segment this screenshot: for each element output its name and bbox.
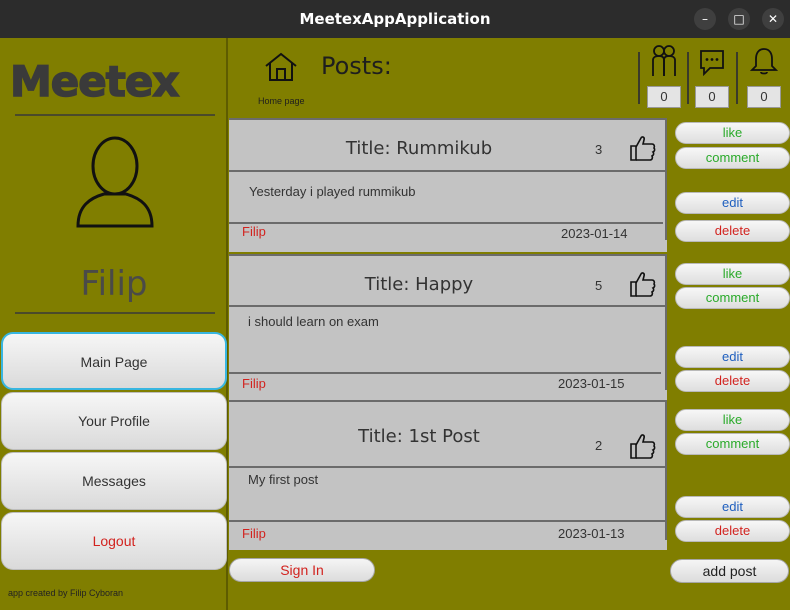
post-body-divider bbox=[229, 222, 663, 224]
thumbs-up-icon[interactable] bbox=[629, 270, 657, 302]
home-page-label: Home page bbox=[258, 96, 305, 106]
post-title: Title: Rummikub bbox=[345, 138, 493, 159]
post-body: Yesterday i played rummikub bbox=[249, 184, 416, 199]
post-body-divider bbox=[229, 372, 661, 374]
notifications-bell-icon[interactable] bbox=[749, 46, 779, 80]
post-title-divider bbox=[229, 305, 667, 307]
messages-counter: 0 bbox=[695, 86, 729, 108]
post-title-divider bbox=[229, 466, 667, 468]
post-like-count: 5 bbox=[595, 278, 603, 293]
post-date: 2023-01-15 bbox=[558, 376, 625, 391]
avatar-icon bbox=[70, 136, 160, 235]
window-title: MeetexAppApplication bbox=[299, 10, 491, 28]
home-icon[interactable] bbox=[264, 52, 298, 86]
logo-text: Meetex bbox=[10, 57, 179, 106]
post-body: My first post bbox=[248, 472, 319, 487]
page-title: Posts: bbox=[321, 52, 392, 80]
edit-button[interactable]: edit bbox=[675, 496, 790, 518]
post-card: Title: Happy 5 i should learn on exam Fi… bbox=[229, 254, 667, 400]
like-button[interactable]: like bbox=[675, 122, 790, 144]
sign-in-button[interactable]: Sign In bbox=[229, 558, 375, 582]
post-body: i should learn on exam bbox=[248, 314, 379, 329]
profile-username: Filip bbox=[80, 264, 148, 304]
comment-button[interactable]: comment bbox=[675, 433, 790, 455]
sidebar-divider-bottom bbox=[15, 312, 215, 314]
messages-icon[interactable] bbox=[698, 48, 726, 80]
your-profile-button[interactable]: Your Profile bbox=[1, 392, 227, 450]
sidebar: Meetex Filip Main Page Your Profile Mess… bbox=[0, 38, 228, 610]
logout-button[interactable]: Logout bbox=[1, 512, 227, 570]
comment-button[interactable]: comment bbox=[675, 147, 790, 169]
post-author[interactable]: Filip bbox=[242, 376, 266, 391]
post-body-divider bbox=[229, 520, 667, 522]
post-title: Title: Happy bbox=[364, 274, 474, 295]
window-titlebar: MeetexAppApplication – □ ✕ bbox=[0, 0, 790, 38]
post-author[interactable]: Filip bbox=[242, 526, 266, 541]
friends-icon[interactable] bbox=[650, 44, 678, 82]
meetex-logo: Meetex bbox=[8, 56, 218, 110]
header-separator-1 bbox=[638, 52, 640, 104]
post-title: Title: 1st Post bbox=[358, 426, 480, 447]
delete-button[interactable]: delete bbox=[675, 220, 790, 242]
thumbs-up-icon[interactable] bbox=[629, 432, 657, 464]
like-button[interactable]: like bbox=[675, 409, 790, 431]
header-separator-3 bbox=[736, 52, 738, 104]
minimize-button[interactable]: – bbox=[694, 8, 716, 30]
delete-button[interactable]: delete bbox=[675, 370, 790, 392]
edit-button[interactable]: edit bbox=[675, 346, 790, 368]
sidebar-divider-top bbox=[15, 114, 215, 116]
post-card: Title: 1st Post 2 My first post Filip 20… bbox=[229, 400, 667, 550]
thumbs-up-icon[interactable] bbox=[629, 134, 657, 166]
friends-counter: 0 bbox=[647, 86, 681, 108]
post-card: Title: Rummikub 3 Yesterday i played rum… bbox=[229, 118, 667, 252]
header-separator-2 bbox=[687, 52, 689, 104]
edit-button[interactable]: edit bbox=[675, 192, 790, 214]
app-window: Meetex Filip Main Page Your Profile Mess… bbox=[0, 38, 790, 610]
maximize-button[interactable]: □ bbox=[728, 8, 750, 30]
post-author[interactable]: Filip bbox=[242, 224, 266, 239]
messages-button[interactable]: Messages bbox=[1, 452, 227, 510]
post-like-count: 3 bbox=[595, 142, 603, 157]
main-page-button[interactable]: Main Page bbox=[1, 332, 227, 390]
post-card-edge bbox=[665, 120, 667, 240]
comment-button[interactable]: comment bbox=[675, 287, 790, 309]
close-button[interactable]: ✕ bbox=[762, 8, 784, 30]
post-like-count: 2 bbox=[595, 438, 603, 453]
like-button[interactable]: like bbox=[675, 263, 790, 285]
post-card-edge bbox=[665, 402, 667, 540]
notifications-counter: 0 bbox=[747, 86, 781, 108]
post-date: 2023-01-14 bbox=[561, 226, 628, 241]
app-credit: app created by Filip Cyboran bbox=[8, 588, 124, 598]
post-card-edge bbox=[665, 256, 667, 390]
post-title-divider bbox=[229, 170, 667, 172]
delete-button[interactable]: delete bbox=[675, 520, 790, 542]
post-date: 2023-01-13 bbox=[558, 526, 625, 541]
add-post-button[interactable]: add post bbox=[670, 559, 789, 583]
